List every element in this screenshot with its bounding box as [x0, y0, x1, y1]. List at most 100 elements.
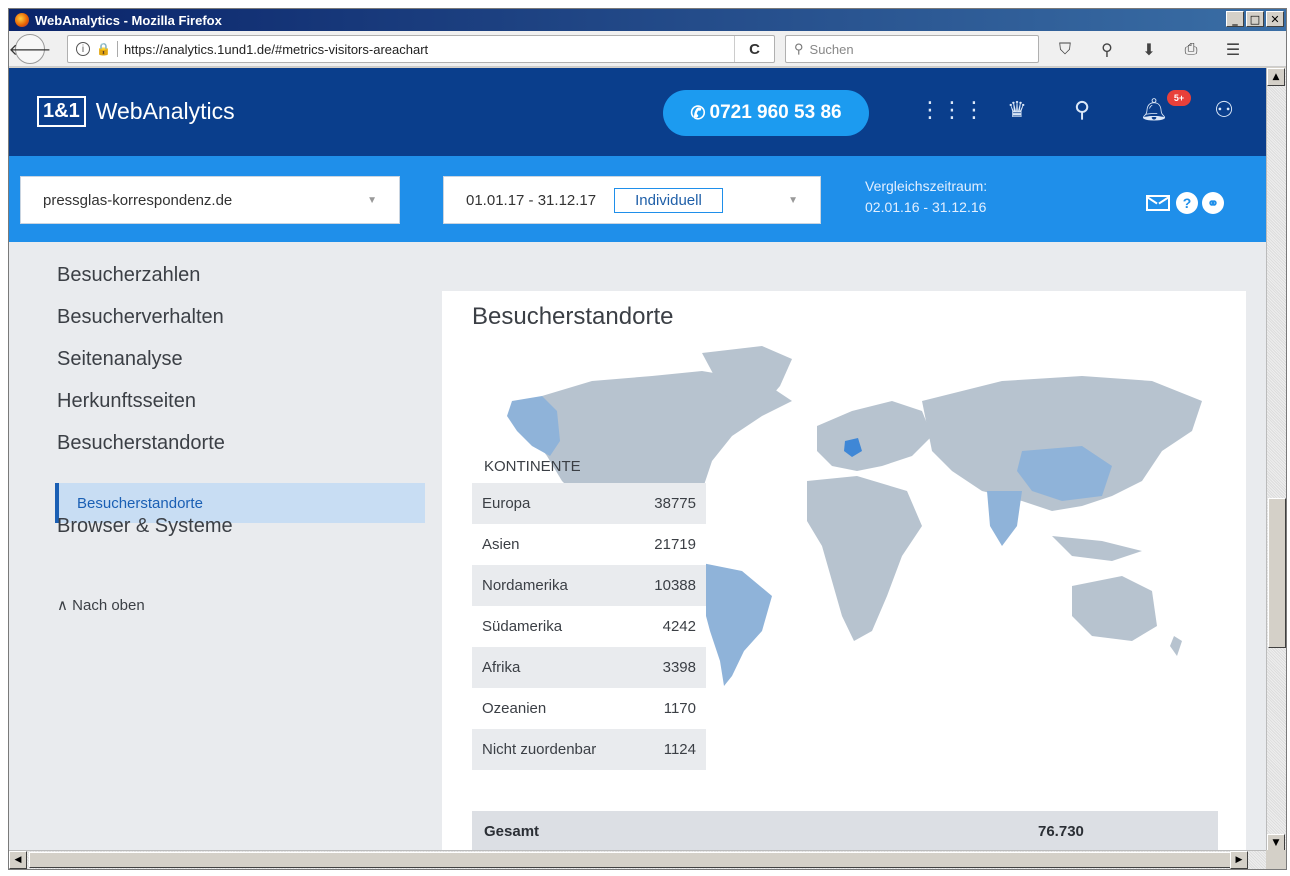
notification-badge: 5+ — [1167, 90, 1191, 106]
search-input[interactable]: ⚲ Suchen — [785, 35, 1039, 63]
reload-icon[interactable]: C — [734, 36, 774, 62]
sidebar-item-besucherverhalten[interactable]: Besucherverhalten — [57, 306, 224, 329]
continent-name: Afrika — [482, 659, 521, 676]
total-label: Gesamt — [484, 823, 540, 840]
map-india[interactable] — [987, 491, 1022, 546]
phone-icon: ✆ — [690, 102, 706, 123]
minimize-button[interactable]: _ — [1226, 11, 1244, 27]
scroll-up-button[interactable]: ▲ — [1267, 68, 1285, 86]
scroll-right-button[interactable]: ▶ — [1230, 851, 1248, 869]
sidebar-item-besucherzahlen[interactable]: Besucherzahlen — [57, 264, 200, 287]
browser-navbar: 🡐 i 🔒 https://analytics.1und1.de/#metric… — [9, 31, 1286, 67]
total-row: Gesamt 76.730 — [472, 811, 1218, 852]
back-to-top-label: Nach oben — [72, 597, 145, 614]
apps-grid-icon[interactable]: ⋮⋮⋮ — [919, 98, 985, 123]
main-content: Besucherstandorte KONTINENTE Europa 3877… — [442, 291, 1246, 852]
continent-name: Asien — [482, 536, 520, 553]
app-logo[interactable]: 1&1 WebAnalytics — [37, 96, 235, 127]
browser-window: WebAnalytics - Mozilla Firefox _ □ ✕ 🡐 i… — [8, 8, 1287, 870]
user-icon[interactable]: ⚇ — [1209, 98, 1239, 123]
continent-value: 38775 — [654, 495, 696, 512]
table-row: Asien 21719 — [472, 524, 706, 565]
date-range-select[interactable]: 01.01.17 - 31.12.17 Individuell ▼ — [443, 176, 821, 224]
horizontal-scrollbar[interactable]: ◀ ▶ — [9, 850, 1268, 869]
filter-actions: ? ⚭ — [1146, 192, 1224, 214]
sidebar-item-browser-systeme[interactable]: Browser & Systeme — [57, 515, 233, 538]
compare-range: 02.01.16 - 31.12.16 — [865, 199, 987, 215]
window-titlebar: WebAnalytics - Mozilla Firefox _ □ ✕ — [9, 9, 1286, 31]
search-icon[interactable]: ⚲ — [1067, 98, 1097, 123]
map-africa[interactable] — [807, 476, 922, 641]
continent-name: Nordamerika — [482, 577, 568, 594]
sidebar-item-herkunftsseiten[interactable]: Herkunftsseiten — [57, 390, 196, 413]
scroll-left-button[interactable]: ◀ — [9, 851, 27, 869]
compare-period[interactable]: Vergleichszeitraum: 02.01.16 - 31.12.16 — [865, 176, 987, 218]
close-button[interactable]: ✕ — [1266, 11, 1284, 27]
pocket-icon[interactable]: ⛉ — [1047, 35, 1083, 63]
url-bar[interactable]: i 🔒 https://analytics.1und1.de/#metrics-… — [67, 35, 775, 63]
map-indonesia[interactable] — [1052, 536, 1142, 561]
bell-icon[interactable]: 🔔︎ — [1139, 98, 1169, 123]
domain-value: pressglas-korrespondenz.de — [43, 191, 233, 209]
domain-select[interactable]: pressglas-korrespondenz.de ▼ — [20, 176, 400, 224]
table-row: Europa 38775 — [472, 483, 706, 524]
continent-name: Nicht zuordenbar — [482, 741, 597, 758]
chevron-up-icon: ∧ — [57, 597, 73, 614]
app-header: 1&1 WebAnalytics ✆ 0721 960 53 86 ⋮⋮⋮ ♛ … — [9, 68, 1268, 156]
continent-value: 10388 — [654, 577, 696, 594]
continent-name: Europa — [482, 495, 531, 512]
page-title: Besucherstandorte — [472, 303, 674, 330]
url-separator — [116, 41, 118, 57]
window-title: WebAnalytics - Mozilla Firefox — [35, 12, 222, 28]
map-europe[interactable] — [817, 401, 932, 471]
back-to-top-link[interactable]: ∧ Nach oben — [57, 596, 145, 614]
filter-bar: pressglas-korrespondenz.de ▼ 01.01.17 - … — [9, 156, 1268, 242]
table-row: Südamerika 4242 — [472, 606, 706, 647]
compare-label: Vergleichszeitraum: — [865, 178, 988, 194]
continent-value: 1124 — [663, 741, 696, 758]
browser-toolbar-icons: ⛉ ⚲ ⬇ ⎙ ☰ — [1047, 35, 1251, 63]
download-icon[interactable]: ⬇ — [1131, 35, 1167, 63]
url-text[interactable]: https://analytics.1und1.de/#metrics-visi… — [124, 42, 428, 57]
continent-value: 3398 — [662, 659, 696, 676]
total-value: 76.730 — [1038, 823, 1084, 840]
map-australia[interactable] — [1072, 576, 1157, 641]
continent-value: 4242 — [662, 618, 696, 635]
maximize-button[interactable]: □ — [1246, 11, 1264, 27]
sidebar-item-seitenanalyse[interactable]: Seitenanalyse — [57, 348, 183, 371]
continents-header: KONTINENTE — [484, 458, 581, 475]
link-icon[interactable]: ⚭ — [1202, 192, 1224, 214]
date-range-value: 01.01.17 - 31.12.17 — [466, 191, 597, 209]
search-placeholder: Suchen — [809, 41, 854, 57]
continent-value: 1170 — [663, 700, 696, 717]
vertical-scrollbar[interactable]: ▲ ▼ — [1266, 68, 1286, 852]
info-icon[interactable]: i — [76, 42, 90, 56]
search-tool-icon[interactable]: ⚲ — [1089, 35, 1125, 63]
continent-name: Südamerika — [482, 618, 563, 635]
sidebar-item-besucherstandorte[interactable]: Besucherstandorte — [57, 432, 225, 455]
print-icon[interactable]: ⎙ — [1173, 35, 1209, 63]
continent-name: Ozeanien — [482, 700, 547, 717]
firefox-icon — [15, 13, 29, 27]
continents-table: Europa 38775 Asien 21719 Nordamerika 103… — [472, 483, 706, 770]
phone-number: 0721 960 53 86 — [709, 102, 842, 123]
logo-name: WebAnalytics — [95, 98, 235, 124]
continent-value: 21719 — [654, 536, 696, 553]
page-viewport: 1&1 WebAnalytics ✆ 0721 960 53 86 ⋮⋮⋮ ♛ … — [9, 68, 1268, 852]
table-row: Ozeanien 1170 — [472, 688, 706, 729]
crown-icon[interactable]: ♛ — [1002, 98, 1032, 123]
scroll-thumb-horizontal[interactable] — [29, 852, 1234, 868]
table-row: Afrika 3398 — [472, 647, 706, 688]
sidebar-nav: Besucherzahlen Besucherverhalten Seitena… — [9, 242, 439, 852]
lock-icon[interactable]: 🔒 — [96, 42, 111, 56]
scroll-thumb[interactable] — [1268, 498, 1286, 648]
menu-icon[interactable]: ☰ — [1215, 35, 1251, 63]
map-new-zealand[interactable] — [1170, 636, 1182, 656]
date-mode-button[interactable]: Individuell — [614, 187, 723, 213]
back-button[interactable]: 🡐 — [9, 33, 51, 64]
phone-button[interactable]: ✆ 0721 960 53 86 — [663, 90, 869, 136]
help-icon[interactable]: ? — [1176, 192, 1198, 214]
chevron-down-icon: ▼ — [367, 194, 377, 206]
mail-icon[interactable] — [1146, 195, 1170, 211]
logo-box: 1&1 — [37, 96, 86, 127]
